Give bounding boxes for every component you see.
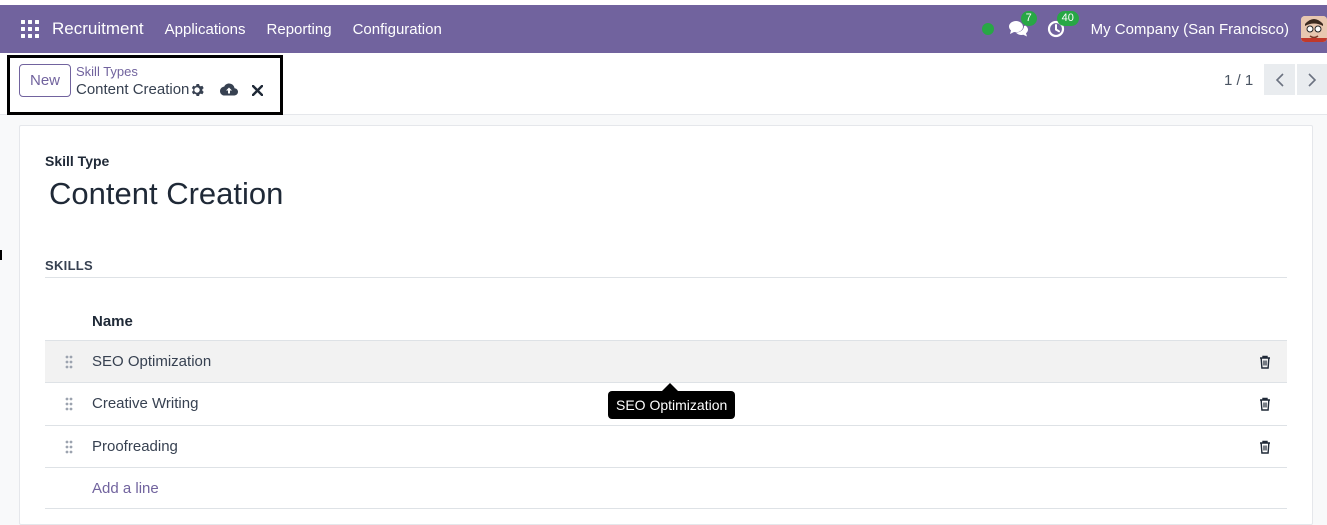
messages-count-badge: 7 [1020,11,1037,26]
skill-type-label: Skill Type [45,153,110,169]
menu-configuration[interactable]: Configuration [353,21,442,38]
chevron-right-icon [1308,72,1317,87]
skill-name-cell[interactable]: Proofreading [92,438,1243,455]
new-button[interactable]: New [19,64,71,97]
skill-name-cell[interactable]: SEO Optimization [92,353,1243,370]
company-switcher[interactable]: My Company (San Francisco) [1091,21,1289,38]
table-row[interactable]: Proofreading [45,425,1287,467]
navbar-systray: 7 40 My Company (San Francisco) [981,5,1327,53]
add-line-row: Add a line [45,467,1287,509]
presence-status-icon [981,23,994,35]
activities-count-badge: 40 [1056,11,1079,26]
trash-icon[interactable] [1243,397,1287,411]
edge-mark [0,250,2,260]
trash-icon[interactable] [1243,440,1287,454]
breadcrumb-current: Content Creation [76,81,190,98]
pager-previous-button[interactable] [1264,64,1295,95]
breadcrumb-skill-types[interactable]: Skill Types [76,64,138,79]
drag-handle-icon[interactable] [45,355,92,369]
section-divider [45,277,1287,278]
menu-applications[interactable]: Applications [165,21,246,38]
form-sheet: Skill Type Content Creation SKILLS Name … [19,125,1313,525]
trash-icon[interactable] [1243,355,1287,369]
user-avatar-image [1301,16,1327,42]
control-panel: New Skill Types Content Creation 1 / 1 [0,53,1327,115]
activities-button[interactable]: 40 [1047,11,1079,41]
apps-grid-icon[interactable] [21,20,39,38]
tooltip: SEO Optimization [608,391,736,419]
column-header-name[interactable]: Name [92,313,133,330]
app-name[interactable]: Recruitment [52,19,144,39]
chevron-left-icon [1275,72,1284,87]
discard-close-icon[interactable] [250,83,264,97]
cloud-upload-icon[interactable] [220,82,238,98]
messages-button[interactable]: 7 [1008,11,1037,41]
menu-reporting[interactable]: Reporting [267,21,332,38]
top-navbar: Recruitment Applications Reporting Confi… [0,5,1327,53]
gear-icon[interactable] [189,82,205,98]
pager-value[interactable]: 1 / 1 [1224,72,1253,89]
user-avatar[interactable] [1301,16,1327,42]
skill-type-name-field[interactable]: Content Creation [49,176,283,212]
pager-next-button[interactable] [1297,64,1327,95]
skills-section-title: SKILLS [45,258,94,273]
drag-handle-icon[interactable] [45,397,92,411]
tooltip-arrow [662,383,678,391]
drag-handle-icon[interactable] [45,440,92,454]
table-row[interactable]: SEO Optimization [45,340,1287,382]
add-a-line-link[interactable]: Add a line [45,480,159,497]
